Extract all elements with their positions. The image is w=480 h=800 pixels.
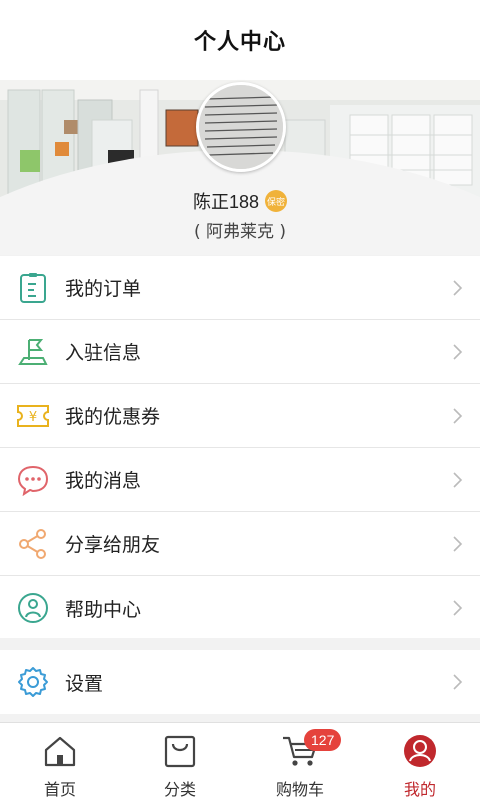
chevron-right-icon bbox=[453, 279, 463, 296]
settings-section: 设置 bbox=[0, 650, 480, 714]
message-icon bbox=[15, 462, 51, 498]
tab-category[interactable]: 分类 bbox=[120, 723, 240, 800]
user-name: 陈正188 bbox=[192, 192, 260, 212]
tab-cart[interactable]: 127 购物车 bbox=[240, 723, 360, 800]
share-icon bbox=[15, 526, 51, 562]
chevron-right-icon bbox=[453, 674, 463, 690]
bag-icon bbox=[160, 731, 200, 770]
menu-item-share[interactable]: 分享给朋友 bbox=[0, 512, 480, 576]
chevron-right-icon bbox=[453, 471, 463, 488]
menu-item-label: 我的优惠券 bbox=[65, 406, 161, 428]
tab-mine[interactable]: 我的 bbox=[360, 723, 480, 800]
order-icon bbox=[15, 270, 51, 306]
cart-count-badge: 127 bbox=[304, 729, 342, 751]
menu-item-label: 分享给朋友 bbox=[65, 534, 161, 556]
chevron-right-icon bbox=[453, 343, 463, 360]
avatar[interactable] bbox=[196, 82, 286, 172]
user-name-row: 陈正188 保密 bbox=[0, 188, 480, 214]
flag-icon bbox=[15, 334, 51, 370]
menu-item-settlement-info[interactable]: 入驻信息 bbox=[0, 320, 480, 384]
chevron-right-icon bbox=[453, 600, 463, 616]
menu-list: 我的订单 入驻信息 ¥ 我的优惠券 我的消息 分享给朋友 帮助中心 bbox=[0, 256, 480, 640]
tab-label: 分类 bbox=[163, 780, 196, 799]
menu-item-help[interactable]: 帮助中心 bbox=[0, 576, 480, 640]
menu-item-label: 入驻信息 bbox=[65, 342, 142, 364]
section-divider bbox=[0, 638, 480, 650]
menu-item-label: 帮助中心 bbox=[65, 598, 142, 621]
menu-item-settings[interactable]: 设置 bbox=[0, 650, 480, 714]
privacy-badge: 保密 bbox=[265, 190, 288, 212]
tab-label: 我的 bbox=[403, 780, 436, 799]
menu-item-label: 我的订单 bbox=[65, 278, 142, 300]
tab-label: 首页 bbox=[43, 780, 76, 799]
chevron-right-icon bbox=[453, 535, 463, 552]
gear-icon bbox=[15, 664, 51, 700]
tab-home[interactable]: 首页 bbox=[0, 723, 120, 800]
tab-label: 购物车 bbox=[275, 780, 324, 799]
chevron-right-icon bbox=[453, 407, 463, 424]
coupon-icon: ¥ bbox=[15, 398, 51, 434]
menu-item-label: 设置 bbox=[65, 672, 104, 695]
avatar-photo bbox=[199, 85, 283, 169]
top-app-bar: 个人中心 bbox=[0, 0, 480, 80]
user-icon bbox=[400, 731, 440, 770]
user-nickname: ( 阿弗莱克 ) bbox=[193, 222, 287, 242]
menu-item-orders[interactable]: 我的订单 bbox=[0, 256, 480, 320]
menu-item-coupons[interactable]: ¥ 我的优惠券 bbox=[0, 384, 480, 448]
menu-item-messages[interactable]: 我的消息 bbox=[0, 448, 480, 512]
help-icon bbox=[15, 590, 51, 626]
bottom-tab-bar: 首页 分类 127 购物车 我的 bbox=[0, 722, 480, 800]
home-icon bbox=[40, 731, 80, 770]
page-title: 个人中心 bbox=[193, 30, 286, 55]
menu-item-label: 我的消息 bbox=[65, 470, 142, 492]
svg-text:¥: ¥ bbox=[29, 410, 37, 425]
